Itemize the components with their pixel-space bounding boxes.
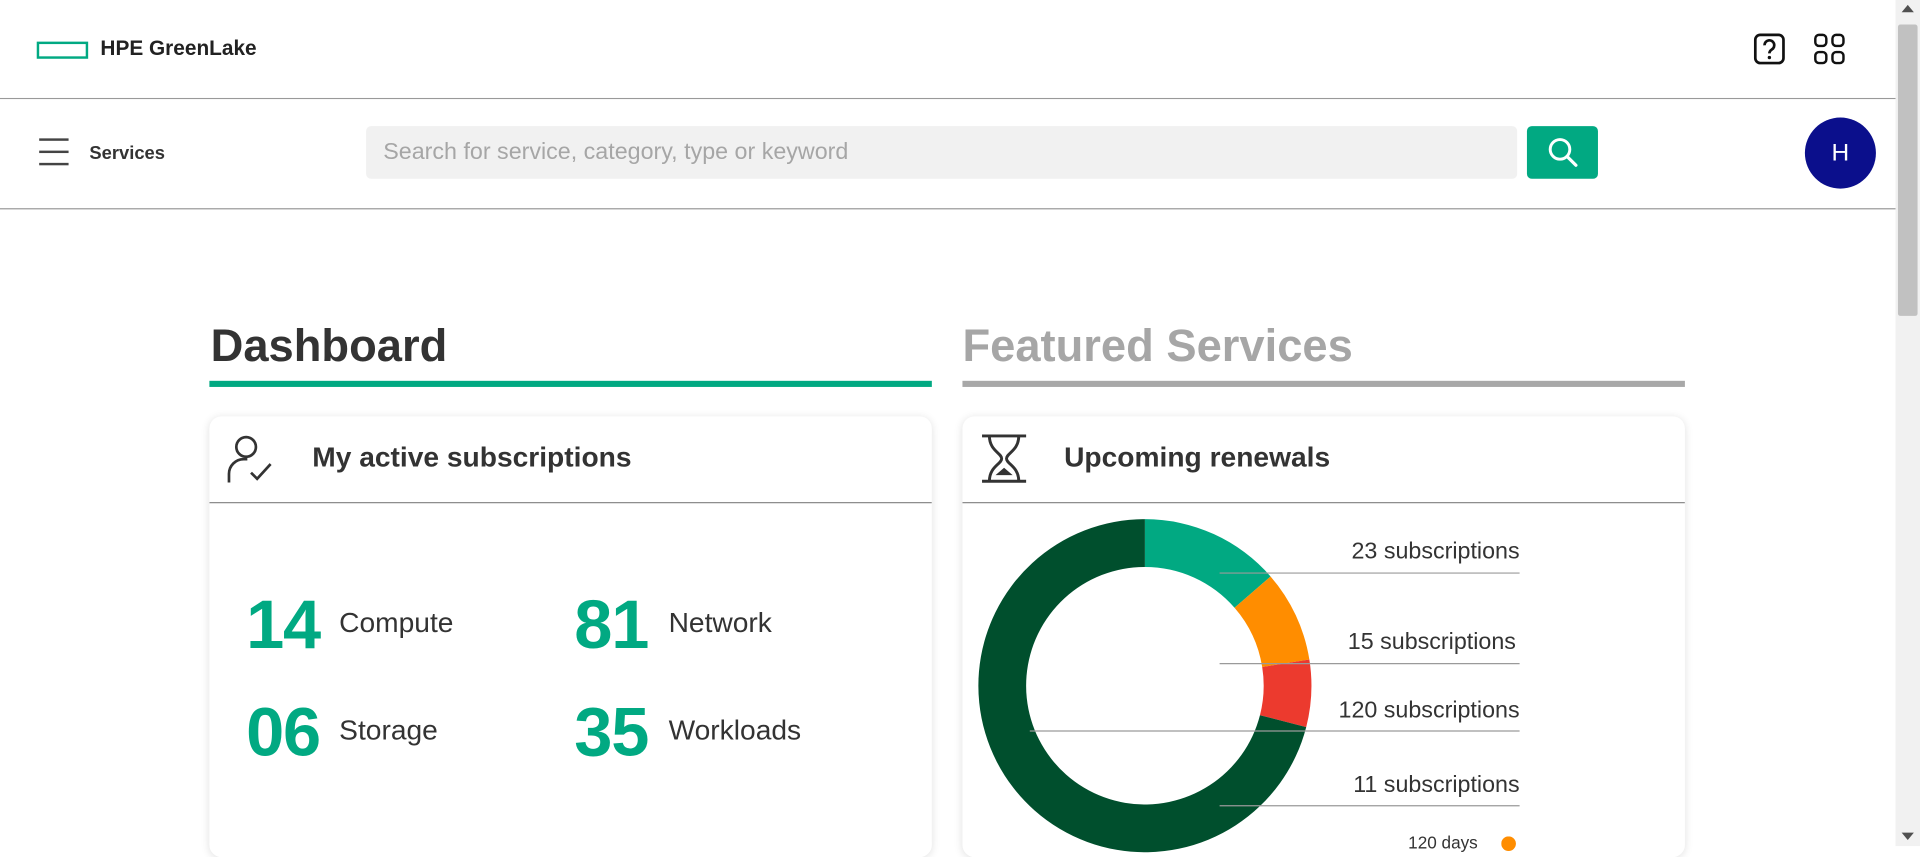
card-header: Upcoming renewals (962, 416, 1685, 504)
question-icon[interactable] (1753, 33, 1785, 65)
legend-dot-icon (1501, 836, 1516, 852)
search-icon (1548, 138, 1578, 167)
tab-featured-underline (962, 380, 1685, 387)
hpe-logo-icon[interactable] (36, 41, 89, 59)
stat-label: Workloads (668, 713, 802, 746)
callout-label: 11 subscriptions (1353, 772, 1520, 799)
tab-dashboard[interactable]: Dashboard (211, 321, 448, 372)
user-check-icon (227, 435, 272, 483)
stat-label: Compute (339, 606, 454, 638)
stat-value: 06 (246, 693, 321, 771)
stat-label: Network (668, 606, 772, 638)
tab-featured-services[interactable]: Featured Services (962, 321, 1352, 372)
stat-value: 35 (574, 693, 649, 771)
user-avatar[interactable]: H (1804, 117, 1876, 189)
card-title: Upcoming renewals (1064, 440, 1331, 473)
card-title: My active subscriptions (312, 440, 632, 473)
legend-label: 120 days (1408, 832, 1478, 853)
brand-name[interactable]: HPE GreenLake (100, 37, 256, 61)
scroll-down-arrow-icon[interactable] (1901, 832, 1914, 841)
card-header: My active subscriptions (209, 416, 932, 504)
services-link[interactable]: Services (89, 143, 165, 164)
hourglass-icon (982, 434, 1027, 483)
search-input[interactable] (366, 126, 1518, 179)
callout-label: 23 subscriptions (1351, 538, 1520, 565)
scroll-thumb[interactable] (1897, 24, 1918, 316)
callout-label: 15 subscriptions (1347, 629, 1516, 656)
grid-icon[interactable] (1813, 33, 1845, 65)
tab-dashboard-underline (209, 380, 932, 387)
top-bar: HPE GreenLake (0, 0, 1896, 100)
callout-label: 120 subscriptions (1338, 697, 1520, 724)
stat-label: Storage (339, 713, 438, 746)
stat-value: 81 (574, 585, 649, 663)
hamburger-icon[interactable] (39, 138, 69, 167)
scroll-up-arrow-icon[interactable] (1901, 4, 1914, 13)
page-scrollbar[interactable] (1895, 0, 1920, 847)
stat-value: 14 (246, 585, 321, 663)
nav-bar: Services H (0, 99, 1896, 210)
upcoming-renewals-card[interactable]: Upcoming renewals 23 subscriptions 15 su… (962, 416, 1685, 857)
active-subscriptions-card[interactable]: My active subscriptions 14 Compute 81 Ne… (209, 416, 932, 857)
search-button[interactable] (1526, 126, 1598, 179)
